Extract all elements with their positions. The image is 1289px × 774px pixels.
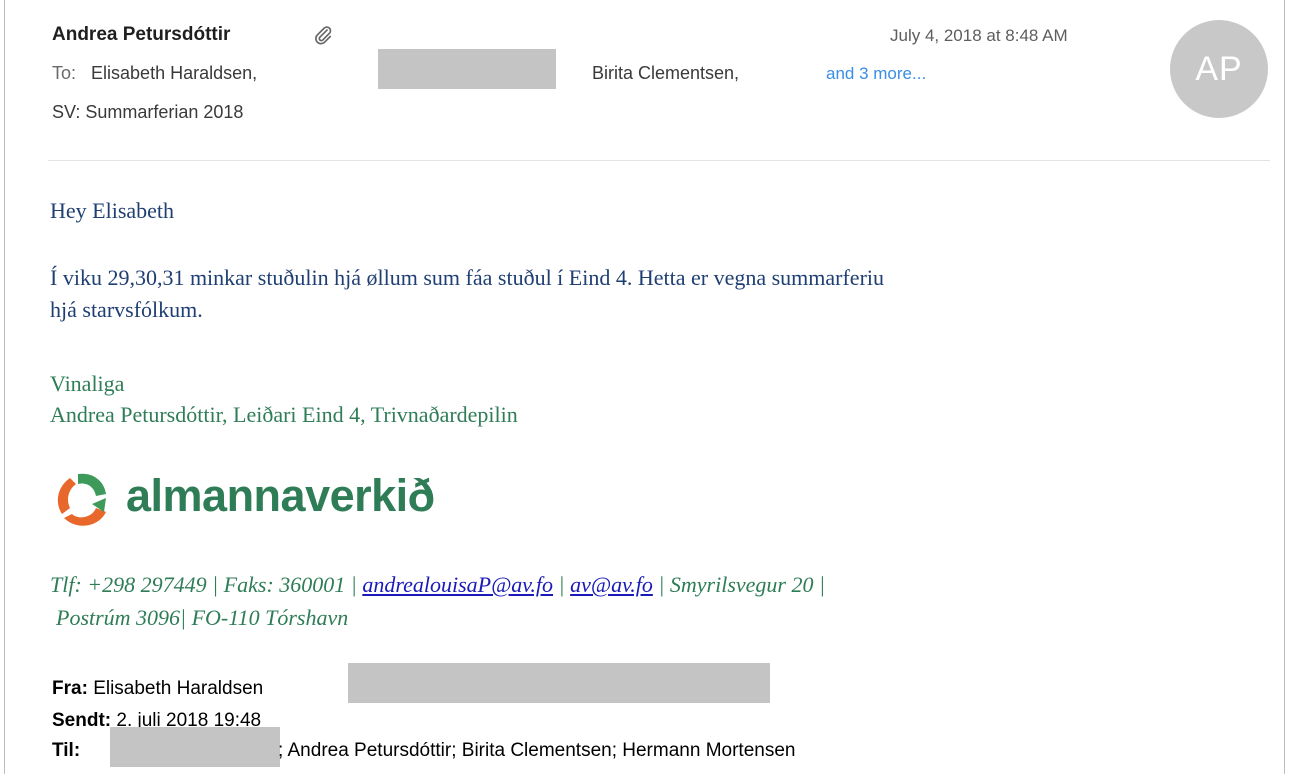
contact-line-2: Postrúm 3096| FO-110 Tórshavn (56, 605, 349, 630)
contact-info: Tlf: +298 297449 | Faks: 360001 | andrea… (50, 568, 1250, 634)
quoted-to: Til: (52, 740, 80, 762)
message-body: Í viku 29,30,31 minkar stuðulin hjá øllu… (50, 262, 1250, 326)
message-line-2: hjá starvsfólkum. (50, 297, 203, 322)
logo-wordmark: almannaverkið (126, 470, 435, 521)
contact-address-street: | Smyrilsvegur 20 | (652, 572, 826, 597)
email-subject: SV: Summarferian 2018 (52, 102, 244, 122)
email-date: July 4, 2018 at 8:48 AM (890, 26, 1068, 45)
almannaverkid-logo-icon (57, 473, 106, 526)
signature-name: Andrea Petursdóttir, Leiðari Eind 4, Tri… (50, 402, 518, 427)
greeting: Hey Elisabeth (50, 198, 175, 223)
recipient-elisabeth[interactable]: Elisabeth Haraldsen, (91, 63, 257, 83)
quoted-from: Fra: Elisabeth Haraldsen (52, 678, 263, 700)
avatar[interactable]: AP (1170, 20, 1268, 118)
contact-line-1: Tlf: +298 297449 | Faks: 360001 | andrea… (50, 568, 1250, 601)
signature-closing: Vinaliga (50, 371, 125, 396)
signature: Vinaliga Andrea Petursdóttir, Leiðari Ei… (50, 368, 518, 430)
redacted-recipient (378, 49, 556, 89)
redacted-sender-email (348, 663, 770, 703)
contact-phone-fax: Tlf: +298 297449 | Faks: 360001 | (50, 572, 363, 597)
quoted-from-value: Elisabeth Haraldsen (93, 678, 264, 699)
quoted-to-value: ; Andrea Petursdóttir; Birita Clementsen… (278, 740, 796, 761)
email-link-andrea[interactable]: andrealouisaP@av.fo (362, 572, 553, 597)
contact-separator: | (553, 572, 571, 597)
recipient-birita[interactable]: Birita Clementsen, (592, 63, 739, 84)
email-link-av[interactable]: av@av.fo (570, 572, 653, 597)
paperclip-icon[interactable] (312, 24, 334, 46)
quoted-from-label: Fra: (52, 678, 88, 699)
sender-name[interactable]: Andrea Petursdóttir (52, 24, 230, 46)
to-line: To: Elisabeth Haraldsen, (52, 63, 257, 84)
quoted-to-label: Til: (52, 740, 81, 761)
quoted-sent-label: Sendt: (52, 710, 112, 731)
more-recipients-link[interactable]: and 3 more... (826, 64, 926, 84)
message-line-1: Í viku 29,30,31 minkar stuðulin hjá øllu… (50, 265, 885, 290)
redacted-quoted-recipient (110, 727, 280, 767)
to-label: To: (52, 63, 77, 83)
header-divider (48, 160, 1270, 161)
